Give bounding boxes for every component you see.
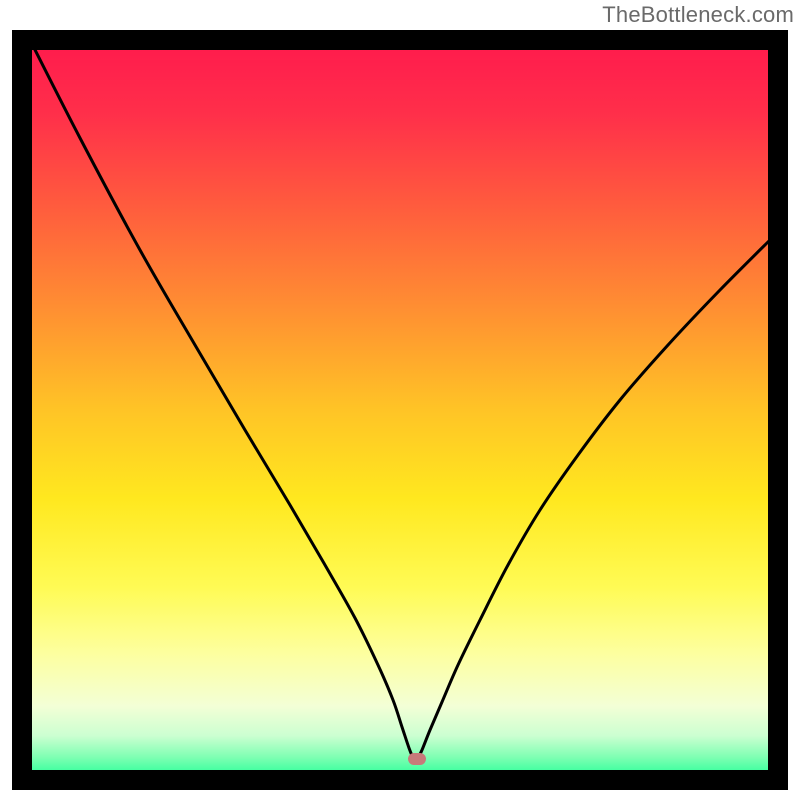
- chart-svg: [12, 30, 788, 790]
- cusp-marker: [408, 753, 426, 765]
- chart-frame: [12, 30, 788, 790]
- watermark-text: TheBottleneck.com: [602, 2, 794, 28]
- gradient-background: [22, 40, 778, 780]
